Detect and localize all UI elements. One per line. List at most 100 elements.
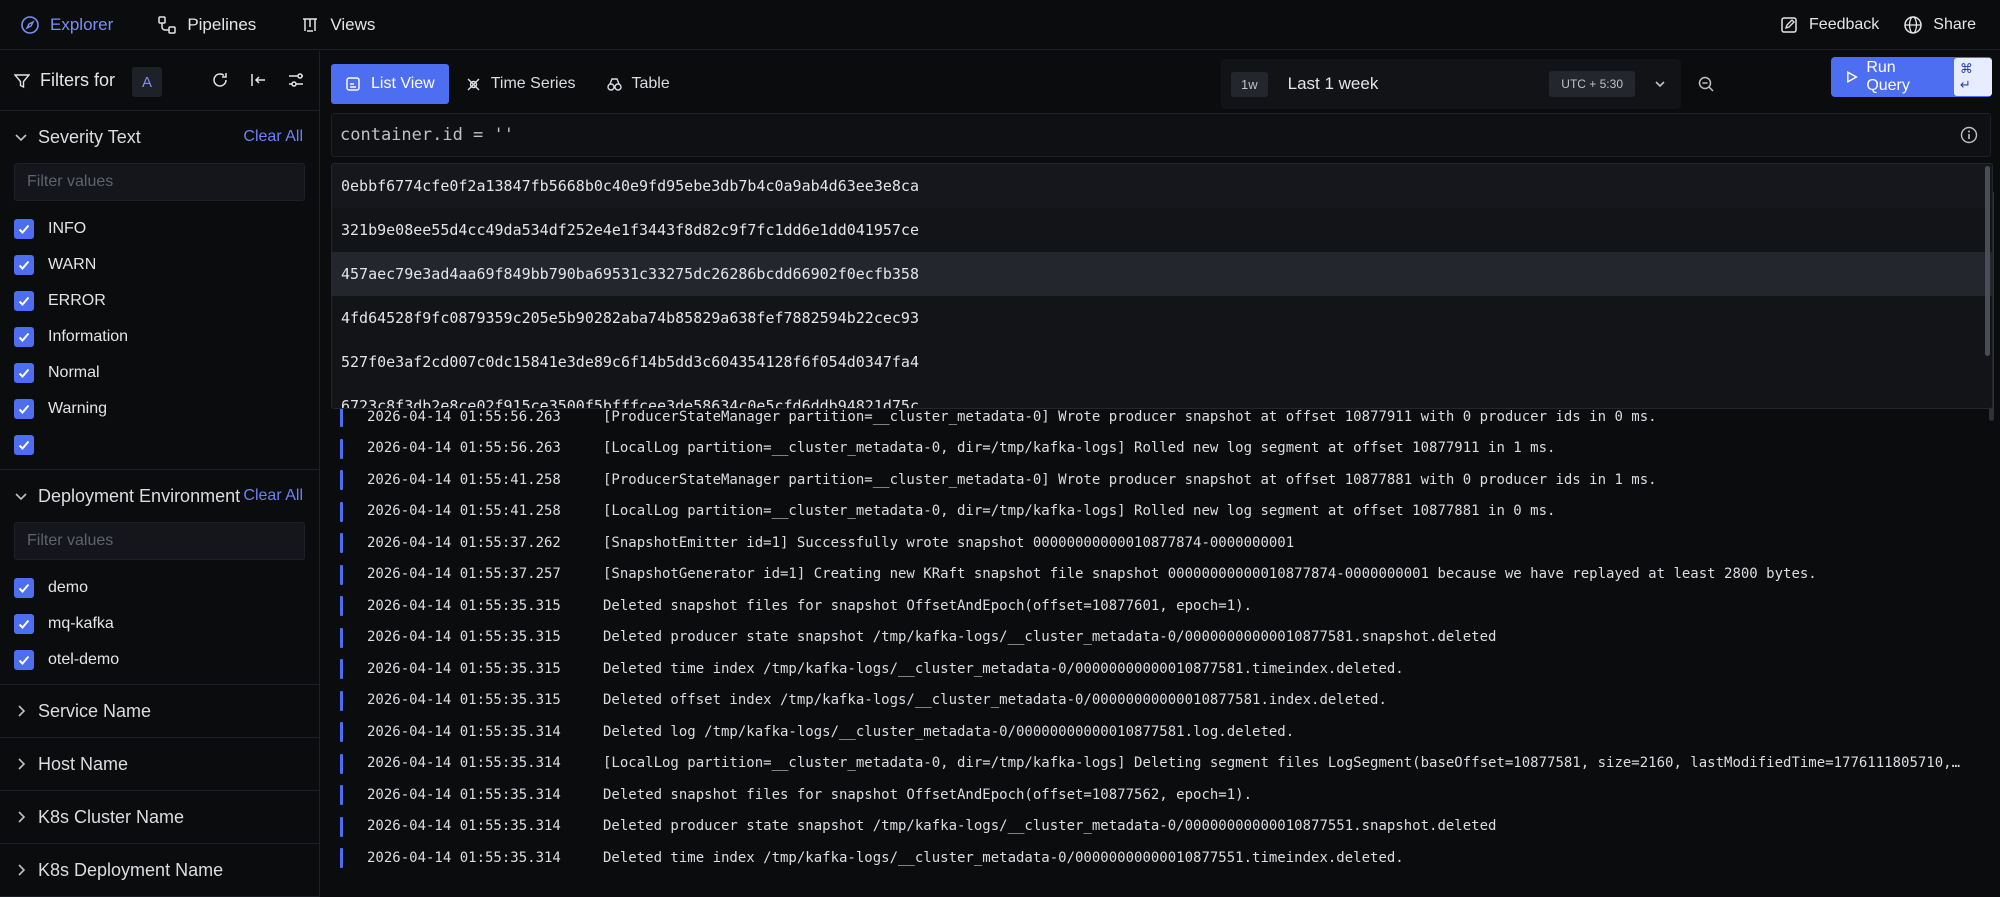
severity-indicator: [340, 722, 343, 742]
log-row[interactable]: 2026-04-14 01:55:37.257 [SnapshotGenerato…: [321, 559, 2000, 591]
severity-option[interactable]: [14, 427, 305, 463]
log-row[interactable]: 2026-04-14 01:55:41.258 [ProducerStateMan…: [321, 464, 2000, 496]
checkbox[interactable]: [14, 363, 34, 383]
severity-option[interactable]: Warning: [14, 391, 305, 427]
share-label: Share: [1933, 16, 1976, 33]
time-range-picker[interactable]: 1w Last 1 week UTC + 5:30: [1221, 59, 1681, 109]
collapsed-section-header[interactable]: K8s Deployment Name: [14, 844, 305, 896]
collapse-sidebar-icon[interactable]: [249, 71, 267, 89]
nav-explorer[interactable]: Explorer: [0, 0, 129, 50]
main-panel: List View Time Series Table 1w Last 1 we…: [321, 51, 2000, 897]
time-range-badge: 1w: [1231, 71, 1268, 97]
checkbox[interactable]: [14, 650, 34, 670]
severity-indicator: [340, 564, 343, 585]
checkbox[interactable]: [14, 219, 34, 239]
option-label: Warning: [48, 400, 107, 417]
filter-icon: [14, 73, 30, 88]
log-row[interactable]: 2026-04-14 01:55:35.314 Deleted producer …: [321, 811, 2000, 843]
check-icon: [18, 583, 30, 593]
severity-label: Severity Text: [38, 126, 141, 147]
log-row[interactable]: 2026-04-14 01:55:35.314 Deleted snapshot …: [321, 779, 2000, 811]
checkbox[interactable]: [14, 614, 34, 634]
checkbox[interactable]: [14, 435, 34, 455]
nav-right: Feedback Share: [1779, 0, 1976, 50]
collapsed-section-header[interactable]: K8s Cluster Name: [14, 791, 305, 843]
deployment-option[interactable]: mq-kafka: [14, 606, 305, 642]
log-row[interactable]: 2026-04-14 01:55:37.262 [SnapshotEmitter …: [321, 527, 2000, 559]
zoom-out-button[interactable]: [1683, 64, 1729, 104]
filters-sidebar: Filters for A Severity Text Clear All Fi…: [0, 51, 320, 897]
suggestion-item[interactable]: 4fd64528f9fc0879359c205e5b90282aba74b858…: [332, 296, 1992, 340]
feedback-button[interactable]: Feedback: [1779, 0, 1879, 50]
share-button[interactable]: Share: [1903, 0, 1976, 50]
refresh-icon[interactable]: [211, 71, 229, 89]
log-row[interactable]: 2026-04-14 01:55:35.314 [LocalLog partiti…: [321, 748, 2000, 780]
deployment-option[interactable]: otel-demo: [14, 642, 305, 678]
chevron-down-icon[interactable]: [1653, 77, 1667, 91]
log-row[interactable]: 2026-04-14 01:55:35.314 Deleted log /tmp/…: [321, 716, 2000, 748]
suggestion-item[interactable]: 321b9e08ee55d4cc49da534df252e4e1f3443f8d…: [332, 208, 1992, 252]
log-message: [LocalLog partition=__cluster_metadata-0…: [603, 755, 1961, 772]
suggestion-item[interactable]: 457aec79e3ad4aa69f849bb790ba69531c33275d…: [332, 252, 1992, 296]
deployment-header[interactable]: Deployment Environment Clear All: [14, 470, 305, 522]
severity-option[interactable]: Normal: [14, 355, 305, 391]
suggestion-item[interactable]: 6723c8f3db2e8ce02f915ce3500f5bfffcee3de5…: [332, 384, 1992, 408]
collapsed-filter-section: K8s Deployment Name: [0, 844, 319, 897]
run-query-shortcut: ⌘ ↵: [1953, 58, 1993, 96]
filters-header: Filters for A: [0, 51, 319, 111]
log-message: Deleted time index /tmp/kafka-logs/__clu…: [603, 849, 1404, 866]
collapsed-filter-section: K8s Cluster Name: [0, 791, 319, 844]
checkbox[interactable]: [14, 399, 34, 419]
tab-time-series-label: Time Series: [490, 75, 576, 92]
log-row[interactable]: 2026-04-14 01:55:35.315 Deleted time inde…: [321, 653, 2000, 685]
severity-clear-all[interactable]: Clear All: [243, 128, 303, 146]
tab-time-series[interactable]: Time Series: [451, 64, 590, 104]
suggestion-item[interactable]: 0ebbf6774cfe0f2a13847fb5668b0c40e9fd95eb…: [332, 164, 1992, 208]
checkbox[interactable]: [14, 291, 34, 311]
tab-list-view[interactable]: List View: [331, 64, 449, 104]
severity-option[interactable]: WARN: [14, 247, 305, 283]
query-input[interactable]: container.id = '': [331, 113, 1991, 157]
log-row[interactable]: 2026-04-14 01:55:56.263 [LocalLog partiti…: [321, 433, 2000, 465]
section-label: K8s Deployment Name: [38, 859, 224, 880]
option-label: WARN: [48, 256, 97, 273]
query-badge[interactable]: A: [132, 67, 162, 97]
tab-table[interactable]: Table: [592, 64, 684, 104]
checkbox[interactable]: [14, 578, 34, 598]
severity-filter-input[interactable]: Filter values: [14, 163, 305, 201]
suggestion-item[interactable]: 527f0e3af2cd007c0dc15841e3de89c6f14b5dd3…: [332, 340, 1992, 384]
severity-indicator: [340, 659, 343, 679]
severity-indicator: [340, 785, 343, 805]
collapsed-section-header[interactable]: Host Name: [14, 738, 305, 790]
log-row[interactable]: 2026-04-14 01:55:35.315 Deleted offset in…: [321, 685, 2000, 717]
severity-option[interactable]: INFO: [14, 211, 305, 247]
deployment-option[interactable]: demo: [14, 570, 305, 606]
settings-sliders-icon[interactable]: [287, 71, 305, 89]
option-label: otel-demo: [48, 651, 120, 668]
log-message: [LocalLog partition=__cluster_metadata-0…: [603, 503, 1556, 520]
time-range-label: Last 1 week: [1287, 74, 1379, 93]
suggestions-scrollbar[interactable]: [1985, 166, 1990, 356]
log-message: [SnapshotGenerator id=1] Creating new KR…: [603, 566, 1817, 583]
info-icon[interactable]: [1960, 126, 1978, 144]
log-row[interactable]: 2026-04-14 01:55:35.314 Deleted time inde…: [321, 842, 2000, 874]
severity-header[interactable]: Severity Text Clear All: [14, 111, 305, 163]
severity-option[interactable]: ERROR: [14, 283, 305, 319]
nav-views[interactable]: Views: [284, 0, 391, 50]
severity-option[interactable]: Information: [14, 319, 305, 355]
log-row[interactable]: 2026-04-14 01:55:35.315 Deleted snapshot …: [321, 590, 2000, 622]
timezone-badge[interactable]: UTC + 5:30: [1549, 71, 1635, 97]
checkbox[interactable]: [14, 255, 34, 275]
log-timestamp: 2026-04-14 01:55:35.314: [367, 786, 561, 803]
check-icon: [18, 619, 30, 629]
globe-icon: [1904, 16, 1923, 34]
checkbox[interactable]: [14, 327, 34, 347]
deployment-filter-input[interactable]: Filter values: [14, 522, 305, 560]
log-row[interactable]: 2026-04-14 01:55:35.315 Deleted producer …: [321, 622, 2000, 654]
collapsed-section-header[interactable]: Service Name: [14, 685, 305, 737]
deployment-clear-all[interactable]: Clear All: [243, 487, 303, 505]
run-query-button[interactable]: Run Query ⌘ ↵: [1831, 57, 1993, 97]
log-row[interactable]: 2026-04-14 01:55:41.258 [LocalLog partiti…: [321, 496, 2000, 528]
nav-pipelines[interactable]: Pipelines: [141, 0, 272, 50]
log-timestamp: 2026-04-14 01:55:56.263: [367, 440, 561, 457]
